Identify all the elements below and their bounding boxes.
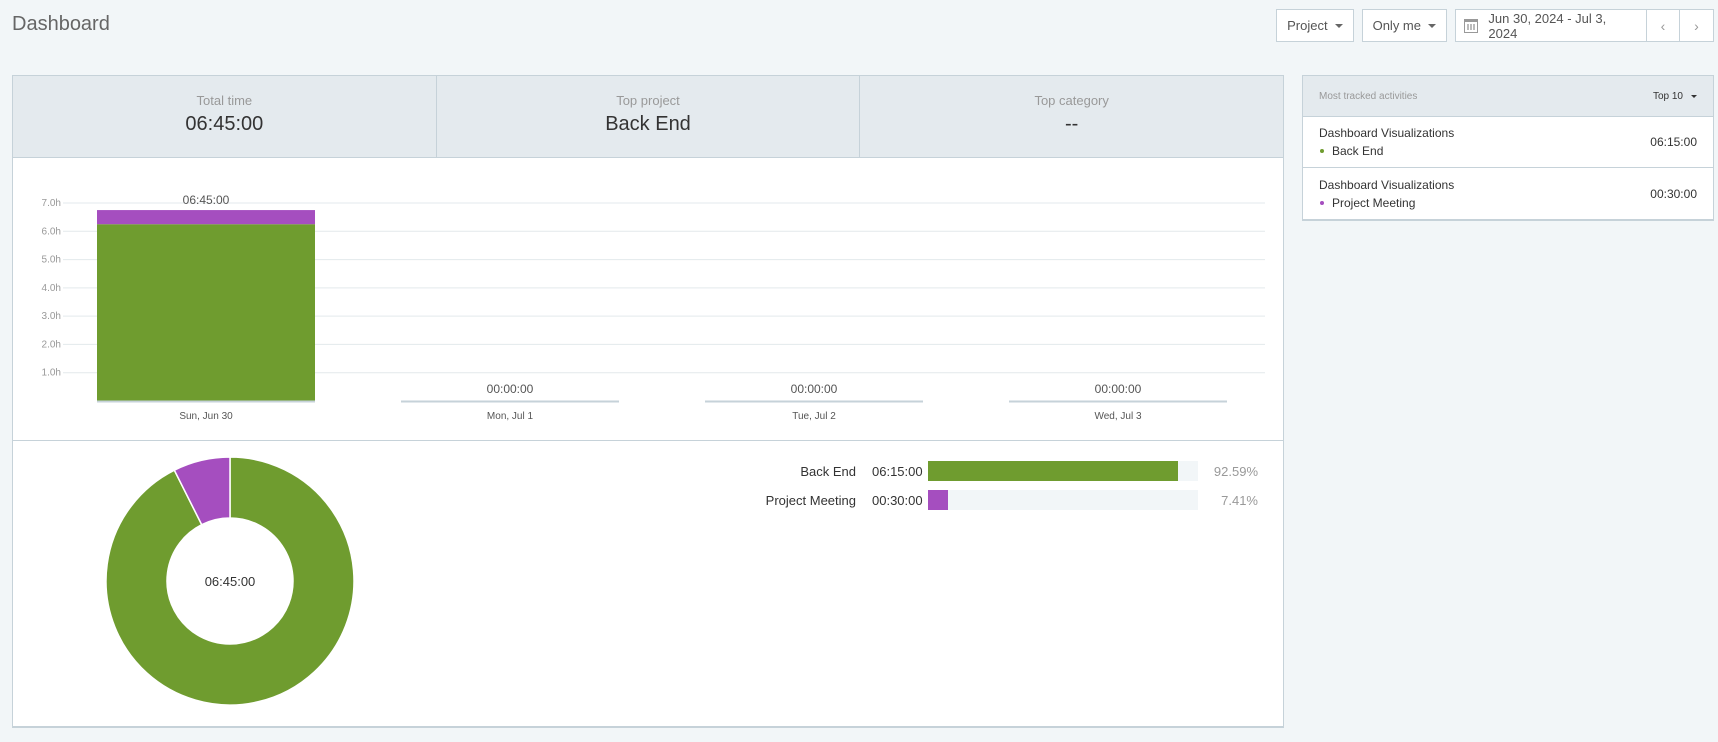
total-time-label: Total time (196, 93, 253, 108)
activity-item[interactable]: Dashboard Visualizations Back End 06:15:00 (1303, 117, 1713, 168)
bar-total-label: 00:00:00 (487, 382, 534, 396)
breakdown-bar-track (928, 490, 1198, 510)
most-tracked-activities-panel: Most tracked activities Top 10 Dashboard… (1302, 75, 1714, 221)
activity-project-name: Back End (1332, 144, 1384, 158)
breakdown-percent: 92.59% (1213, 463, 1258, 479)
y-tick-label: 5.0h (42, 255, 61, 266)
x-tick-label: Mon, Jul 1 (487, 411, 534, 422)
activity-project-name: Project Meeting (1332, 195, 1416, 210)
caret-down-icon (1428, 23, 1436, 28)
activity-title: Dashboard Visualizations (1319, 126, 1455, 140)
project-breakdown: 06:45:00 Back End 06:15:00 92.59% Project M… (13, 441, 1283, 726)
project-color-dot-icon (1320, 149, 1324, 153)
date-range-button[interactable]: Jun 30, 2024 - Jul 3, 2024 (1456, 10, 1647, 41)
top-category-value: -- (1065, 113, 1079, 135)
user-filter-dropdown[interactable]: Only me (1361, 9, 1447, 42)
breakdown-row: Project Meeting 00:30:00 7.41% (706, 489, 1258, 511)
activities-header: Most tracked activities Top 10 (1303, 76, 1713, 117)
page-title: Dashboard (12, 13, 110, 35)
daily-bar-chart: 1.0h 2.0h 3.0h 4.0h 5.0h 6.0h 7.0h 06:45:00 Sun,… (13, 158, 1283, 441)
activity-time: 06:15:00 (1650, 135, 1697, 149)
y-tick-label: 2.0h (42, 339, 61, 350)
chevron-left-icon: ‹ (1660, 17, 1666, 34)
breakdown-bar-track (928, 461, 1198, 481)
chevron-right-icon: › (1694, 17, 1699, 34)
next-period-button[interactable]: › (1680, 10, 1713, 41)
bar-segment (97, 210, 315, 225)
top-n-label: Top 10 (1652, 90, 1683, 102)
filter-bar: Project Only me Jun 30, 2024 - Jul 3, 20… (1276, 9, 1714, 42)
activity-list: Dashboard Visualizations Back End 06:15:00… (1303, 117, 1713, 219)
total-time-stat: Total time 06:45:00 (13, 76, 437, 157)
stats-row: Total time 06:45:00 Top project Back End… (13, 76, 1283, 158)
activity-project: Project Meeting (1319, 196, 1454, 210)
x-tick-label: Tue, Jul 2 (792, 411, 836, 422)
bar-total-label: 00:00:00 (791, 382, 838, 396)
group-by-label: Project (1287, 18, 1328, 33)
bar-segment (97, 224, 315, 401)
activity-title: Dashboard Visualizations (1319, 177, 1455, 192)
activity-item[interactable]: Dashboard Visualizations Project Meeting 0… (1303, 168, 1713, 219)
activity-info: Dashboard Visualizations Back End (1319, 126, 1454, 158)
activities-title: Most tracked activities (1319, 90, 1418, 102)
y-tick-label: 3.0h (42, 311, 61, 322)
dashboard-card: Total time 06:45:00 Top project Back End… (12, 75, 1284, 728)
donut-chart-svg: 06:45:00 (105, 456, 355, 706)
top-project-value: Back End (605, 113, 691, 135)
caret-down-icon (1334, 23, 1343, 28)
breakdown-bar-fill (928, 461, 1178, 481)
top-n-dropdown[interactable]: Top 10 (1653, 91, 1697, 102)
date-range-picker: Jun 30, 2024 - Jul 3, 2024 ‹ › (1455, 9, 1714, 42)
top-project-label: Top project (616, 93, 680, 108)
y-tick-label: 4.0h (42, 283, 61, 294)
project-color-dot-icon (1320, 200, 1324, 205)
y-tick-label: 1.0h (42, 368, 61, 379)
x-tick-label: Sun, Jun 30 (179, 411, 233, 422)
top-category-label: Top category (1034, 93, 1109, 108)
x-tick-label: Wed, Jul 3 (1094, 411, 1141, 422)
y-tick-label: 7.0h (42, 198, 61, 209)
breakdown-project-name: Project Meeting (765, 492, 856, 508)
donut-center-label: 06:45:00 (205, 574, 256, 589)
date-range-label: Jun 30, 2024 - Jul 3, 2024 (1488, 10, 1607, 41)
user-filter-label: Only me (1372, 18, 1421, 33)
bar-total-label: 06:45:00 (183, 193, 230, 207)
calendar-icon (1464, 18, 1479, 33)
caret-down-icon (1691, 94, 1697, 98)
breakdown-bar-fill (928, 490, 948, 510)
activity-time: 00:30:00 (1650, 186, 1697, 201)
breakdown-time: 06:15:00 (872, 463, 923, 479)
activity-project: Back End (1319, 144, 1454, 158)
breakdown-row: Back End 06:15:00 92.59% (706, 460, 1258, 482)
breakdown-percent: 7.41% (1221, 492, 1258, 508)
y-tick-label: 6.0h (42, 226, 61, 237)
previous-period-button[interactable]: ‹ (1647, 10, 1680, 41)
top-project-stat: Top project Back End (437, 76, 861, 157)
group-by-dropdown[interactable]: Project (1276, 9, 1354, 42)
activity-info: Dashboard Visualizations Project Meeting (1319, 178, 1454, 210)
top-category-stat: Top category -- (860, 76, 1283, 157)
total-time-value: 06:45:00 (185, 113, 264, 135)
breakdown-project-name: Back End (800, 463, 856, 479)
breakdown-time: 00:30:00 (872, 492, 923, 508)
bar-chart-svg: 1.0h 2.0h 3.0h 4.0h 5.0h 6.0h 7.0h 06:45:00 Sun,… (42, 193, 1265, 422)
bar-total-label: 00:00:00 (1095, 382, 1142, 396)
